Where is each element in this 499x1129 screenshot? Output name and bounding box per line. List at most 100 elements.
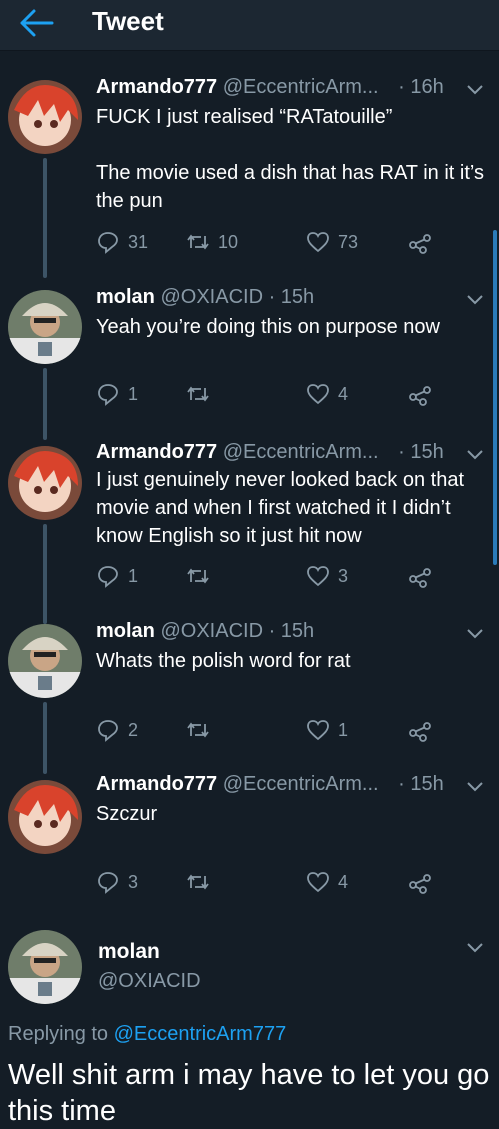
timestamp[interactable]: · 15h [269, 286, 315, 308]
tweet-actions: 1 3 [96, 562, 446, 590]
tweet-actions: 2 1 [96, 716, 446, 744]
thread-line [43, 702, 47, 774]
reply-button[interactable]: 1 [96, 380, 138, 408]
back-arrow-icon[interactable] [18, 8, 54, 38]
user-handle: @EccentricArm... [222, 773, 379, 795]
tweet-text: FUCK I just realised “RATatouille” The m… [96, 106, 484, 212]
replying-to: Replying to @EccentricArm777 [8, 1023, 286, 1046]
reply-icon [98, 566, 118, 588]
reply-button[interactable]: 31 [96, 228, 148, 256]
display-name[interactable]: molan [96, 620, 155, 642]
chevron-down-icon[interactable] [466, 294, 484, 306]
reply-icon [98, 720, 118, 742]
reply-button[interactable]: 2 [96, 716, 138, 744]
chevron-down-icon[interactable] [466, 449, 484, 461]
page-title: Tweet [92, 6, 164, 36]
avatar[interactable] [8, 624, 82, 698]
heart-icon [307, 720, 329, 741]
tweet-actions: 31 10 73 [96, 228, 446, 256]
reply-icon [98, 384, 118, 406]
retweet-button[interactable]: 10 [186, 228, 238, 256]
like-count: 3 [338, 565, 349, 586]
share-icon [409, 874, 431, 894]
reply-icon [98, 872, 118, 894]
display-name[interactable]: Armando777 [96, 76, 217, 98]
thread-line [43, 524, 47, 624]
reply-count: 31 [128, 231, 149, 252]
avatar[interactable] [8, 290, 82, 364]
avatar[interactable] [8, 780, 82, 854]
chevron-down-icon[interactable] [466, 84, 484, 96]
reply-count: 1 [128, 565, 139, 586]
scrollbar[interactable] [493, 230, 497, 565]
like-button[interactable]: 4 [306, 380, 348, 408]
retweet-icon [187, 386, 209, 402]
retweet-button[interactable] [186, 716, 218, 744]
retweet-icon [187, 874, 209, 890]
like-count: 4 [338, 383, 349, 404]
focused-tweet-text: Well shit arm i may have to let you go t… [8, 1059, 490, 1127]
retweet-icon [187, 568, 209, 584]
user-handle: @OXIACID [160, 620, 264, 642]
share-icon [409, 568, 431, 588]
like-button[interactable]: 3 [306, 562, 348, 590]
display-name[interactable]: Armando777 [96, 773, 217, 795]
heart-icon [307, 872, 329, 893]
reply-count: 2 [128, 719, 139, 740]
like-count: 4 [338, 871, 349, 892]
replying-prefix: Replying to [8, 1023, 109, 1045]
replying-to-link[interactable]: @EccentricArm777 [114, 1023, 287, 1045]
share-button[interactable] [408, 716, 440, 744]
like-count: 73 [338, 231, 359, 252]
retweet-button[interactable] [186, 868, 218, 896]
tweet-header: Armando777 @EccentricArm... · 15h [96, 441, 444, 464]
avatar[interactable] [8, 446, 82, 520]
reply-button[interactable]: 1 [96, 562, 138, 590]
like-button[interactable]: 1 [306, 716, 348, 744]
top-bar: Tweet [0, 0, 499, 51]
avatar[interactable] [8, 930, 82, 1004]
tweet-text: Szczur [96, 803, 158, 825]
tweet-text: Whats the polish word for rat [96, 650, 351, 672]
share-icon [409, 386, 431, 406]
share-button[interactable] [408, 380, 440, 408]
tweet-actions: 1 4 [96, 380, 446, 408]
tweet-text: I just genuinely never looked back on th… [96, 469, 470, 547]
display-name[interactable]: Armando777 [96, 441, 217, 463]
share-button[interactable] [408, 868, 440, 896]
tweet-header: Armando777 @EccentricArm... · 16h [96, 76, 444, 99]
reply-count: 3 [128, 871, 139, 892]
display-name[interactable]: molan [96, 286, 155, 308]
like-button[interactable]: 4 [306, 868, 348, 896]
reply-button[interactable]: 3 [96, 868, 138, 896]
user-handle: @EccentricArm... [222, 441, 379, 463]
timestamp[interactable]: · 15h [269, 620, 315, 642]
user-handle: @OXIACID [160, 286, 264, 308]
chevron-down-icon[interactable] [466, 781, 484, 793]
share-icon [409, 234, 431, 254]
thread-line [43, 368, 47, 440]
display-name[interactable]: molan [98, 940, 160, 964]
timestamp[interactable]: · 15h [398, 773, 444, 795]
timestamp[interactable]: · 15h [398, 441, 444, 463]
user-handle: @OXIACID [98, 970, 201, 992]
retweet-button[interactable] [186, 380, 218, 408]
like-button[interactable]: 73 [306, 228, 358, 256]
share-button[interactable] [408, 562, 440, 590]
avatar[interactable] [8, 80, 82, 154]
retweet-icon [187, 722, 209, 738]
tweet-header: molan @OXIACID · 15h [96, 286, 314, 309]
tweet-header: molan @OXIACID · 15h [96, 620, 314, 643]
tweet-header: Armando777 @EccentricArm... · 15h [96, 773, 444, 796]
retweet-count: 10 [218, 231, 239, 252]
reply-count: 1 [128, 383, 139, 404]
share-icon [409, 722, 431, 742]
chevron-down-icon[interactable] [466, 942, 484, 954]
user-handle: @EccentricArm... [222, 76, 379, 98]
tweet-text: Yeah you’re doing this on purpose now [96, 316, 440, 338]
reply-icon [98, 232, 118, 254]
timestamp[interactable]: · 16h [398, 76, 444, 98]
retweet-button[interactable] [186, 562, 218, 590]
share-button[interactable] [408, 228, 440, 256]
chevron-down-icon[interactable] [466, 628, 484, 640]
